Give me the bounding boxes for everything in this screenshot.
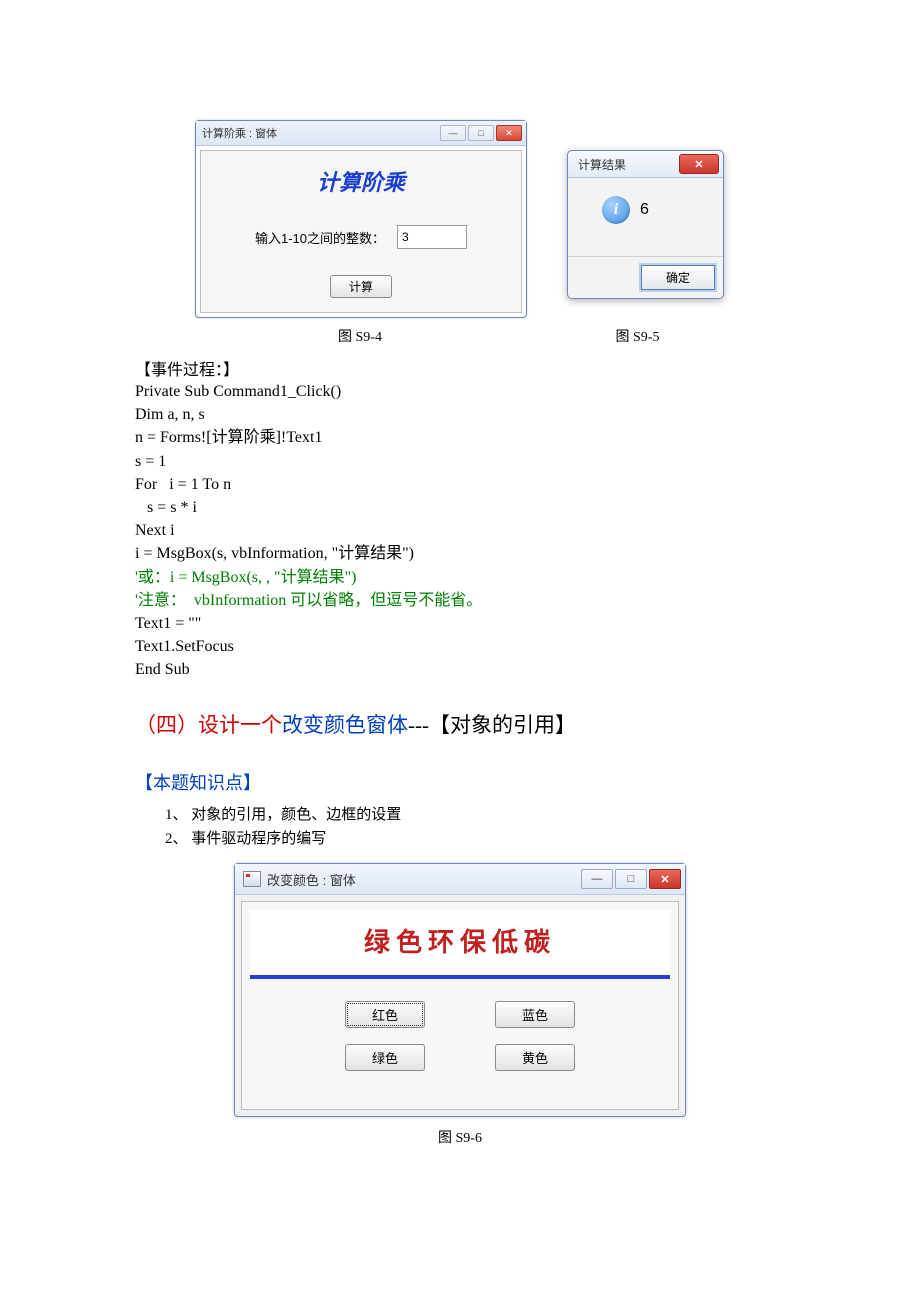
knowledge-heading: 【本题知识点】 — [135, 769, 785, 795]
factorial-form-window: 计算阶乘 : 窗体 — □ ✕ 计算阶乘 输入1-10之间的整数： 计算 — [195, 120, 527, 318]
yellow-button[interactable]: 黄色 — [495, 1044, 575, 1071]
window-title: 计算阶乘 : 窗体 — [202, 125, 277, 141]
figure-caption: 图 S9-5 — [525, 326, 750, 346]
msgbox-button-bar: 确定 — [568, 256, 723, 298]
red-button[interactable]: 红色 — [345, 1001, 425, 1028]
code-line: For i = 1 To n — [135, 476, 231, 493]
figure-caption: 图 S9-4 — [195, 326, 525, 346]
msgbox-body: i 6 — [568, 178, 723, 256]
event-procedure-heading: 【事件过程：】 — [135, 356, 785, 380]
maximize-icon[interactable]: □ — [615, 869, 647, 889]
section-title: （四）设计一个改变颜色窗体---【对象的引用】 — [135, 709, 785, 739]
msgbox-titlebar: 计算结果 ✕ — [568, 151, 723, 178]
change-color-form-window: 改变颜色 : 窗体 — □ ✕ 绿色环保低碳 红色 蓝色 绿色 黄色 — [234, 863, 686, 1117]
banner-area: 绿色环保低碳 — [250, 910, 670, 975]
minimize-icon[interactable]: — — [581, 869, 613, 889]
window-controls: — □ ✕ — [581, 869, 681, 889]
section-mid: 改变颜色窗体 — [282, 713, 408, 737]
window-titlebar: 改变颜色 : 窗体 — □ ✕ — [235, 864, 685, 895]
code-line: i = MsgBox(s, vbInformation, "计算结果") — [135, 545, 414, 562]
prompt-label: 输入1-10之间的整数： — [255, 228, 385, 247]
form-body: 绿色环保低碳 红色 蓝色 绿色 黄色 — [241, 901, 679, 1110]
section-prefix: （四）设计一个 — [135, 713, 282, 737]
color-button-grid: 红色 蓝色 绿色 黄色 — [242, 979, 678, 1109]
code-line: Private Sub Command1_Click() — [135, 383, 341, 400]
close-icon[interactable]: ✕ — [649, 869, 681, 889]
code-line: Text1.SetFocus — [135, 638, 234, 655]
window-title: 改变颜色 : 窗体 — [267, 870, 356, 889]
input-row: 输入1-10之间的整数： — [255, 225, 467, 249]
green-button[interactable]: 绿色 — [345, 1044, 425, 1071]
close-icon[interactable]: ✕ — [496, 125, 522, 141]
minimize-icon[interactable]: — — [440, 125, 466, 141]
form-icon — [243, 871, 261, 887]
knowledge-item: 2、 事件驱动程序的编写 — [165, 827, 785, 851]
calculate-button[interactable]: 计算 — [330, 275, 392, 298]
form-body: 计算阶乘 输入1-10之间的整数： 计算 — [200, 150, 522, 313]
form-heading: 计算阶乘 — [317, 165, 405, 197]
ok-button[interactable]: 确定 — [641, 265, 715, 290]
figure-caption: 图 S9-6 — [438, 1127, 482, 1147]
msgbox-title: 计算结果 — [578, 156, 626, 173]
result-msgbox: 计算结果 ✕ i 6 确定 — [567, 150, 724, 299]
code-line: End Sub — [135, 661, 190, 678]
code-line: Text1 = "" — [135, 615, 201, 632]
code-line: s = s * i — [135, 499, 197, 516]
code-line: n = Forms![计算阶乘]!Text1 — [135, 429, 322, 446]
blue-button[interactable]: 蓝色 — [495, 1001, 575, 1028]
code-line: Next i — [135, 522, 175, 539]
window-titlebar: 计算阶乘 : 窗体 — □ ✕ — [196, 121, 526, 146]
integer-input[interactable] — [397, 225, 467, 249]
knowledge-item: 1、 对象的引用，颜色、边框的设置 — [165, 803, 785, 827]
banner-text: 绿色环保低碳 — [364, 927, 556, 957]
code-line: s = 1 — [135, 453, 166, 470]
section-suffix: ---【对象的引用】 — [408, 713, 576, 737]
maximize-icon[interactable]: □ — [468, 125, 494, 141]
code-comment: '或：i = MsgBox(s, , "计算结果") — [135, 569, 356, 586]
information-icon: i — [602, 196, 630, 224]
window-controls: — □ ✕ — [440, 125, 522, 141]
code-comment: '注意： vbInformation 可以省略，但逗号不能省。 — [135, 592, 482, 609]
result-value: 6 — [640, 201, 649, 219]
close-icon[interactable]: ✕ — [679, 154, 719, 174]
knowledge-list: 1、 对象的引用，颜色、边框的设置 2、 事件驱动程序的编写 — [165, 803, 785, 851]
code-line: Dim a, n, s — [135, 406, 205, 423]
code-block: Private Sub Command1_Click() Dim a, n, s… — [135, 380, 785, 681]
